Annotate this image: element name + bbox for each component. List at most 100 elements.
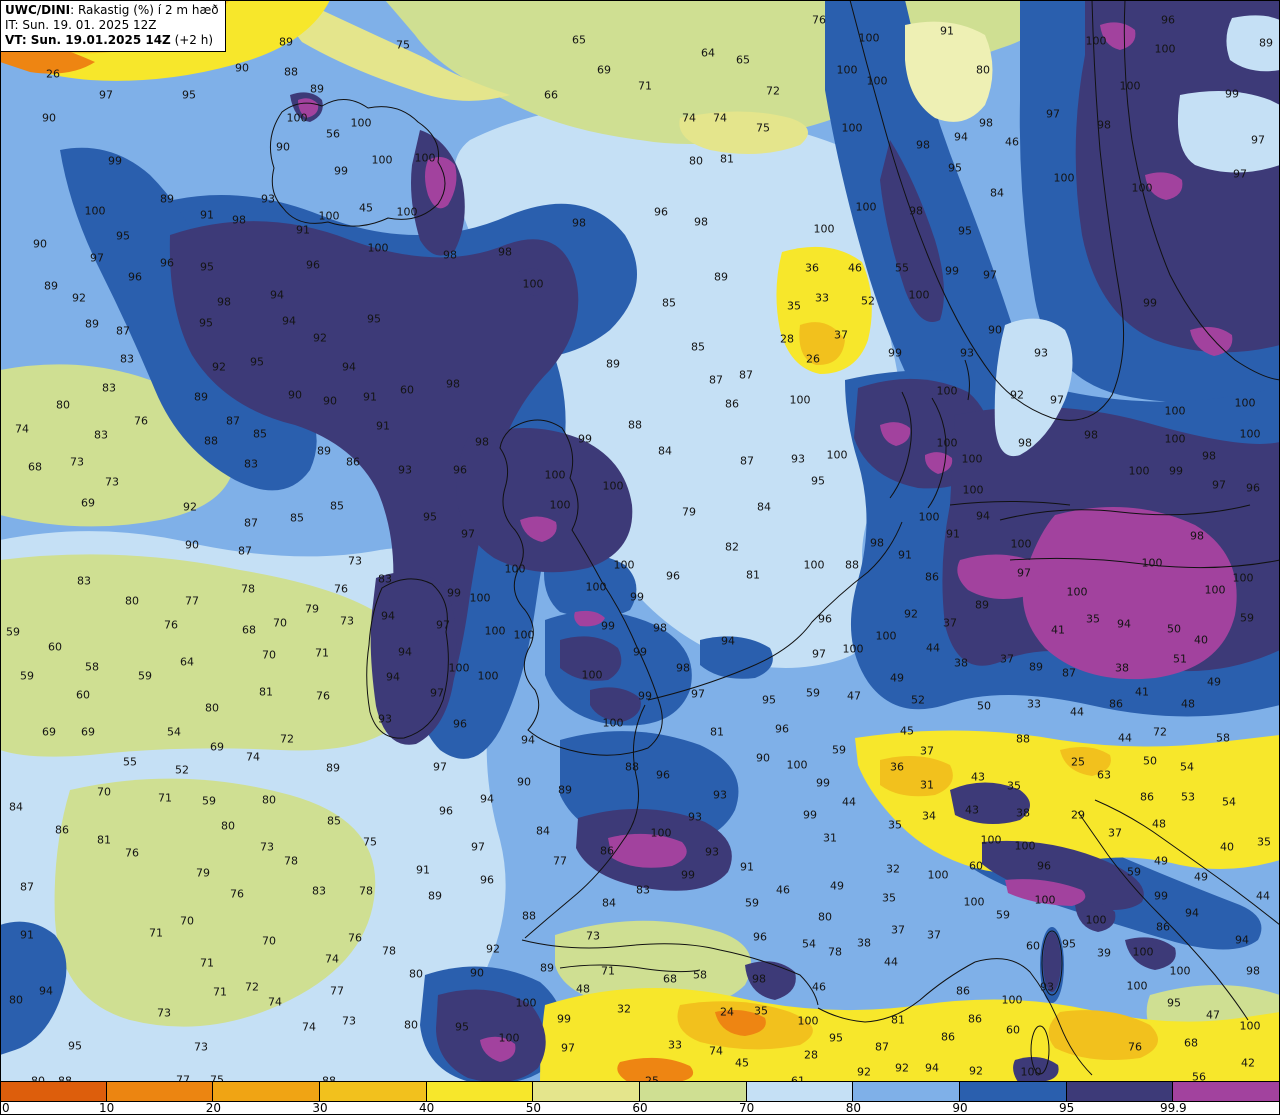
map-value-label: 69 (210, 740, 224, 754)
map-value-label: 76 (134, 414, 148, 428)
map-value-label: 87 (1062, 666, 1076, 680)
map-value-label: 98 (1246, 964, 1260, 978)
map-value-label: 100 (1239, 427, 1261, 441)
map-value-label: 100 (544, 468, 566, 482)
map-value-label: 100 (842, 642, 864, 656)
map-value-label: 74 (325, 952, 339, 966)
map-value-label: 100 (396, 205, 418, 219)
map-value-label: 95 (116, 229, 130, 243)
map-value-label: 100 (1164, 432, 1186, 446)
map-value-label: 100 (826, 448, 848, 462)
map-value-label: 55 (895, 261, 909, 275)
map-value-label: 76 (334, 582, 348, 596)
map-value-label: 97 (433, 760, 447, 774)
map-value-label: 94 (1185, 906, 1199, 920)
colorbar-segments (0, 1081, 1280, 1102)
map-value-label: 55 (123, 755, 137, 769)
colorbar-tick: 70 (739, 1101, 755, 1115)
map-value-label: 54 (167, 725, 181, 739)
map-value-label: 35 (754, 1004, 768, 1018)
map-value-label: 50 (977, 699, 991, 713)
map-value-label: 45 (900, 724, 914, 738)
title-line-it: IT: Sun. 19. 01. 2025 12Z (5, 18, 157, 32)
map-value-label: 91 (946, 527, 960, 541)
map-value-label: 100 (504, 562, 526, 576)
map-value-label: 100 (963, 895, 985, 909)
map-value-label: 98 (1202, 449, 1216, 463)
map-value-label: 89 (975, 598, 989, 612)
map-value-label: 92 (904, 607, 918, 621)
map-value-label: 94 (954, 130, 968, 144)
map-value-label: 31 (823, 831, 837, 845)
map-value-label: 56 (326, 127, 340, 141)
map-value-label: 37 (891, 923, 905, 937)
map-value-label: 100 (813, 222, 835, 236)
map-value-label: 89 (310, 82, 324, 96)
map-value-label: 80 (56, 398, 70, 412)
map-value-label: 73 (342, 1014, 356, 1028)
map-value-label: 100 (602, 716, 624, 730)
map-value-label: 93 (791, 452, 805, 466)
map-value-label: 100 (980, 833, 1002, 847)
map-value-label: 84 (990, 186, 1004, 200)
map-value-label: 44 (884, 955, 898, 969)
map-value-label: 78 (284, 854, 298, 868)
map-value-label: 96 (818, 612, 832, 626)
map-value-label: 86 (968, 1012, 982, 1026)
parameter-name: : Rakastig (%) í 2 m hæð (70, 3, 219, 17)
map-value-label: 53 (1181, 790, 1195, 804)
map-value-label: 91 (940, 24, 954, 38)
map-value-label: 100 (1141, 556, 1163, 570)
map-value-label: 41 (1135, 685, 1149, 699)
map-value-label: 92 (486, 942, 500, 956)
map-value-label: 98 (217, 295, 231, 309)
map-value-label: 89 (1259, 36, 1273, 50)
map-value-label: 100 (1066, 585, 1088, 599)
map-value-label: 37 (1000, 652, 1014, 666)
map-value-label: 51 (1173, 652, 1187, 666)
map-value-label: 24 (720, 1005, 734, 1019)
map-value-label: 44 (842, 795, 856, 809)
map-value-label: 100 (613, 558, 635, 572)
map-value-label: 94 (1117, 617, 1131, 631)
map-value-label: 59 (996, 908, 1010, 922)
map-value-label: 98 (909, 204, 923, 218)
map-value-label: 74 (15, 422, 29, 436)
colorbar-segment (0, 1082, 107, 1101)
map-value-label: 83 (312, 884, 326, 898)
colorbar-tick: 40 (419, 1101, 435, 1115)
map-value-label: 100 (962, 483, 984, 497)
map-value-label: 66 (544, 88, 558, 102)
map-value-label: 90 (33, 237, 47, 251)
map-value-label: 35 (888, 818, 902, 832)
map-value-label: 43 (971, 770, 985, 784)
map-value-label: 94 (976, 509, 990, 523)
map-value-label: 92 (72, 291, 86, 305)
map-value-label: 95 (200, 260, 214, 274)
colorbar-tick: 10 (99, 1101, 115, 1115)
map-value-label: 70 (262, 934, 276, 948)
map-value-label: 95 (250, 355, 264, 369)
map-value-label: 94 (282, 314, 296, 328)
map-value-label: 96 (439, 804, 453, 818)
map-value-label: 59 (1240, 611, 1254, 625)
map-value-label: 100 (84, 204, 106, 218)
map-value-label: 72 (1153, 725, 1167, 739)
map-value-label: 100 (1131, 181, 1153, 195)
map-value-label: 89 (558, 783, 572, 797)
map-value-label: 100 (371, 153, 393, 167)
colorbar-tick: 0 (2, 1101, 10, 1115)
map-value-label: 100 (786, 758, 808, 772)
map-value-label: 85 (253, 427, 267, 441)
map-value-label: 49 (1207, 675, 1221, 689)
map-value-label: 74 (709, 1044, 723, 1058)
map-value-label: 94 (480, 792, 494, 806)
map-value-label: 98 (443, 248, 457, 262)
map-value-label: 71 (149, 926, 163, 940)
map-value-label: 81 (891, 1013, 905, 1027)
map-value-label: 100 (927, 868, 949, 882)
map-value-label: 95 (1062, 937, 1076, 951)
map-value-label: 89 (279, 35, 293, 49)
map-value-label: 90 (276, 140, 290, 154)
map-value-label: 98 (694, 215, 708, 229)
